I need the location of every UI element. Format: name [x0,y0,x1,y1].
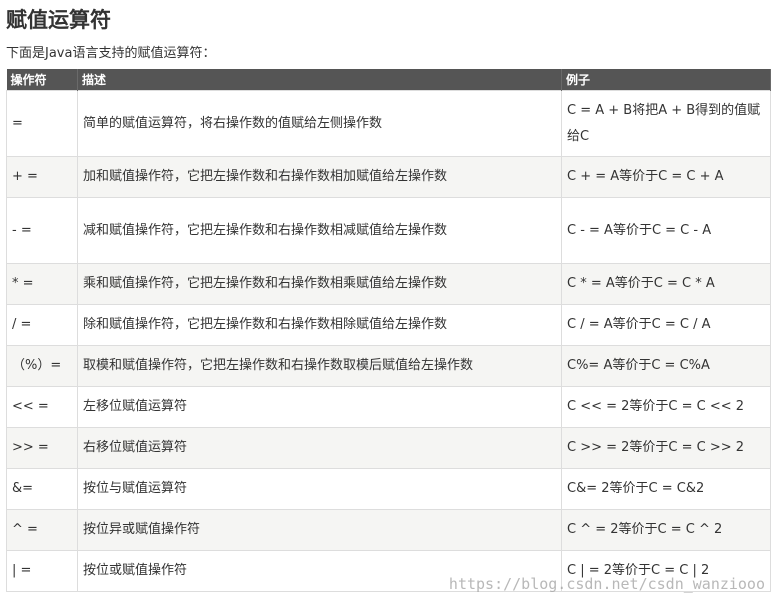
description-cell: 取模和赋值操作符，它把左操作数和右操作数取模后赋值给左操作数 [77,345,562,387]
description-cell: 减和赋值操作符，它把左操作数和右操作数相减赋值给左操作数 [77,197,562,264]
example-cell: C%= A等价于C = C%A [561,345,771,387]
table-row: / = 除和赋值操作符，它把左操作数和右操作数相除赋值给左操作数 C / = A… [6,304,771,346]
example-cell: C ^ = 2等价于C = C ^ 2 [561,509,771,551]
description-cell: 加和赋值操作符，它把左操作数和右操作数相加赋值给左操作数 [77,156,562,198]
table-row: >> = 右移位赋值运算符 C >> = 2等价于C = C >> 2 [6,427,771,469]
description-cell: 按位与赋值运算符 [77,468,562,510]
operator-cell: &= [6,468,78,510]
page-title: 赋值运算符 [6,8,111,32]
description-cell: 简单的赋值运算符，将右操作数的值赋给左侧操作数 [77,90,562,157]
example-cell: C | = 2等价于C = C | 2 [561,550,771,592]
example-cell: C * = A等价于C = C * A [561,263,771,305]
table-row: - = 减和赋值操作符，它把左操作数和右操作数相减赋值给左操作数 C - = A… [6,197,771,264]
table-row: | = 按位或赋值操作符 C | = 2等价于C = C | 2 [6,550,771,592]
operator-cell: （%）= [6,345,78,387]
example-cell: C / = A等价于C = C / A [561,304,771,346]
intro-text: 下面是Java语言支持的赋值运算符： [6,46,216,61]
column-header-operator: 操作符 [6,69,78,91]
example-cell: C - = A等价于C = C - A [561,197,771,264]
operator-cell: << = [6,386,78,428]
description-cell: 除和赋值操作符，它把左操作数和右操作数相除赋值给左操作数 [77,304,562,346]
table-header-row: 操作符 描述 例子 [6,69,771,91]
operator-cell: * = [6,263,78,305]
operator-cell: - = [6,197,78,264]
table-row: （%）= 取模和赋值操作符，它把左操作数和右操作数取模后赋值给左操作数 C%= … [6,345,771,387]
description-cell: 左移位赋值运算符 [77,386,562,428]
table-row: + = 加和赋值操作符，它把左操作数和右操作数相加赋值给左操作数 C + = A… [6,156,771,198]
table-row: * = 乘和赋值操作符，它把左操作数和右操作数相乘赋值给左操作数 C * = A… [6,263,771,305]
example-cell: C >> = 2等价于C = C >> 2 [561,427,771,469]
operator-cell: ^ = [6,509,78,551]
column-header-description: 描述 [77,69,562,91]
table-row: = 简单的赋值运算符，将右操作数的值赋给左侧操作数 C = A + B将把A +… [6,90,771,157]
description-cell: 按位或赋值操作符 [77,550,562,592]
table-row: &= 按位与赋值运算符 C&= 2等价于C = C&2 [6,468,771,510]
example-cell: C&= 2等价于C = C&2 [561,468,771,510]
operator-cell: + = [6,156,78,198]
operator-cell: | = [6,550,78,592]
example-cell: C << = 2等价于C = C << 2 [561,386,771,428]
table-row: ^ = 按位异或赋值操作符 C ^ = 2等价于C = C ^ 2 [6,509,771,551]
operator-cell: / = [6,304,78,346]
description-cell: 按位异或赋值操作符 [77,509,562,551]
assignment-operators-table: 操作符 描述 例子 = 简单的赋值运算符，将右操作数的值赋给左侧操作数 C = … [6,69,771,592]
example-cell: C = A + B将把A + B得到的值赋给C [561,90,771,157]
description-cell: 右移位赋值运算符 [77,427,562,469]
operator-cell: = [6,90,78,157]
table-row: << = 左移位赋值运算符 C << = 2等价于C = C << 2 [6,386,771,428]
description-cell: 乘和赋值操作符，它把左操作数和右操作数相乘赋值给左操作数 [77,263,562,305]
example-cell: C + = A等价于C = C + A [561,156,771,198]
column-header-example: 例子 [561,69,771,91]
operator-cell: >> = [6,427,78,469]
